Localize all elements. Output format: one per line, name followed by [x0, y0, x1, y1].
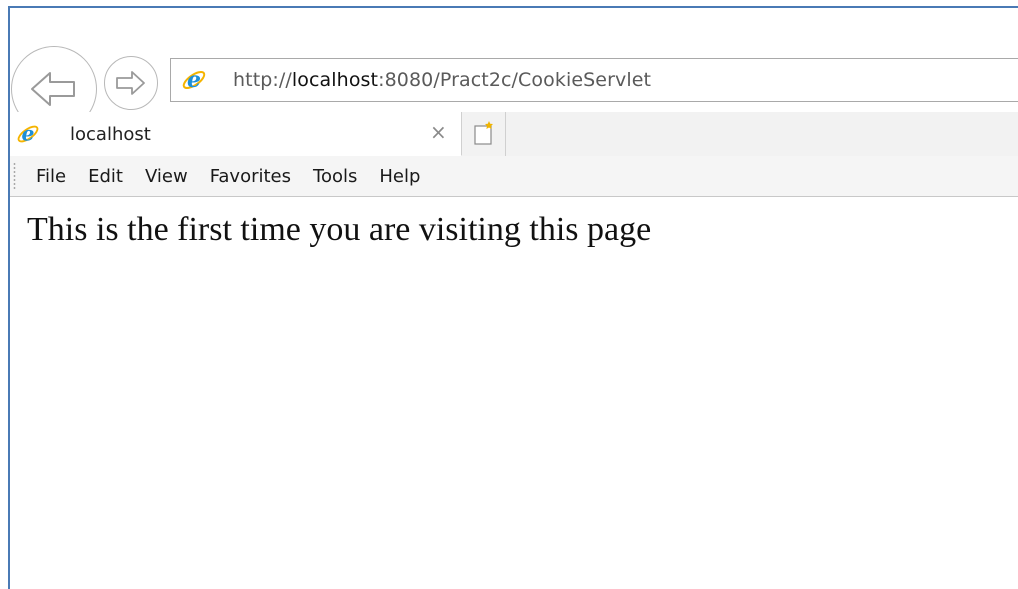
menu-file[interactable]: File — [36, 166, 66, 187]
svg-text:e: e — [187, 67, 201, 93]
back-arrow-icon — [31, 72, 75, 106]
toolbar-grip — [13, 162, 16, 190]
menu-help[interactable]: Help — [379, 166, 420, 187]
menu-edit[interactable]: Edit — [88, 166, 123, 187]
tab-title: localhost — [70, 124, 151, 145]
browser-window: e http://localhost:8080/Pract2c/CookieSe… — [8, 6, 1018, 589]
page-message: This is the first time you are visiting … — [27, 211, 652, 248]
url-host: localhost — [291, 69, 379, 91]
address-url[interactable]: http://localhost:8080/Pract2c/CookieServ… — [233, 69, 651, 91]
ie-icon: e — [182, 67, 206, 93]
url-path: :8080/Pract2c/CookieServlet — [378, 69, 652, 91]
new-tab-icon — [474, 121, 493, 145]
forward-arrow-icon — [116, 71, 145, 95]
url-prefix: http:// — [233, 69, 292, 91]
tab-bar: e localhost × — [10, 112, 1018, 157]
menu-bar: File Edit View Favorites Tools Help — [10, 156, 1018, 197]
menu-items: File Edit View Favorites Tools Help — [36, 166, 442, 187]
menu-tools[interactable]: Tools — [313, 166, 357, 187]
menu-favorites[interactable]: Favorites — [210, 166, 291, 187]
ie-icon: e — [17, 122, 39, 145]
new-tab-button[interactable] — [462, 112, 506, 156]
tab-close-icon[interactable]: × — [430, 122, 447, 142]
forward-button[interactable] — [104, 56, 158, 110]
address-bar[interactable]: e http://localhost:8080/Pract2c/CookieSe… — [170, 58, 1018, 102]
menu-view[interactable]: View — [145, 166, 188, 187]
navigation-bar: e http://localhost:8080/Pract2c/CookieSe… — [10, 8, 1018, 132]
svg-text:e: e — [22, 122, 35, 145]
tab-localhost[interactable]: e localhost × — [10, 112, 462, 156]
